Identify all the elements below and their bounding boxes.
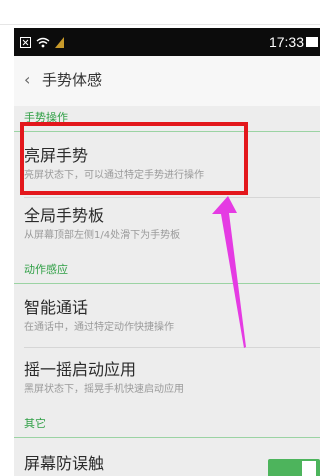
status-icons: [20, 33, 64, 51]
toggle-knob: [302, 461, 316, 476]
highlight-box: [20, 122, 248, 195]
list-item-title: 全局手势板: [24, 206, 105, 225]
list-item-subtitle: 从屏幕顶部左侧1/4处滑下为手势板: [24, 230, 181, 241]
list-item-smart-call[interactable]: 智能通话 在通话中，通过特定动作快捷操作: [14, 284, 320, 348]
list-item-subtitle: 在通话中，通过特定动作快捷操作: [24, 322, 174, 333]
battery-icon: [306, 37, 318, 47]
list-item-shake-launch[interactable]: 摇一摇启动应用 黑屏状态下，摇晃手机快速启动应用: [14, 348, 320, 410]
status-time: 17:33: [268, 34, 304, 50]
page-title: 手势体感: [42, 71, 103, 89]
status-bar: 17:33: [14, 28, 320, 56]
list-item-title: 智能通话: [24, 298, 89, 317]
wifi-icon: [36, 37, 50, 47]
notification-icon: [20, 36, 31, 48]
phone-screen: 17:33 ‹ 手势体感 手势操作 亮屏手势 亮屏状态下，可以通过特定手势进行操…: [14, 28, 320, 476]
section-header-other: 其它: [14, 412, 320, 438]
list-item-subtitle: 黑屏状态下，摇晃手机快速启动应用: [24, 384, 184, 395]
section-header-motion: 动作感应: [14, 258, 320, 284]
back-arrow-icon[interactable]: ‹: [24, 71, 30, 89]
section-label: 动作感应: [24, 263, 68, 276]
list-item-title: 屏幕防误触: [24, 454, 105, 473]
list-item-global-gesture-board[interactable]: 全局手势板 从屏幕顶部左侧1/4处滑下为手势板: [14, 198, 320, 256]
section-label: 其它: [24, 417, 46, 430]
signal-icon: [55, 36, 64, 48]
list-item-title: 摇一摇启动应用: [24, 360, 137, 379]
mistouch-toggle[interactable]: [268, 459, 320, 476]
title-bar: ‹ 手势体感: [14, 56, 320, 106]
top-band: [0, 0, 320, 25]
